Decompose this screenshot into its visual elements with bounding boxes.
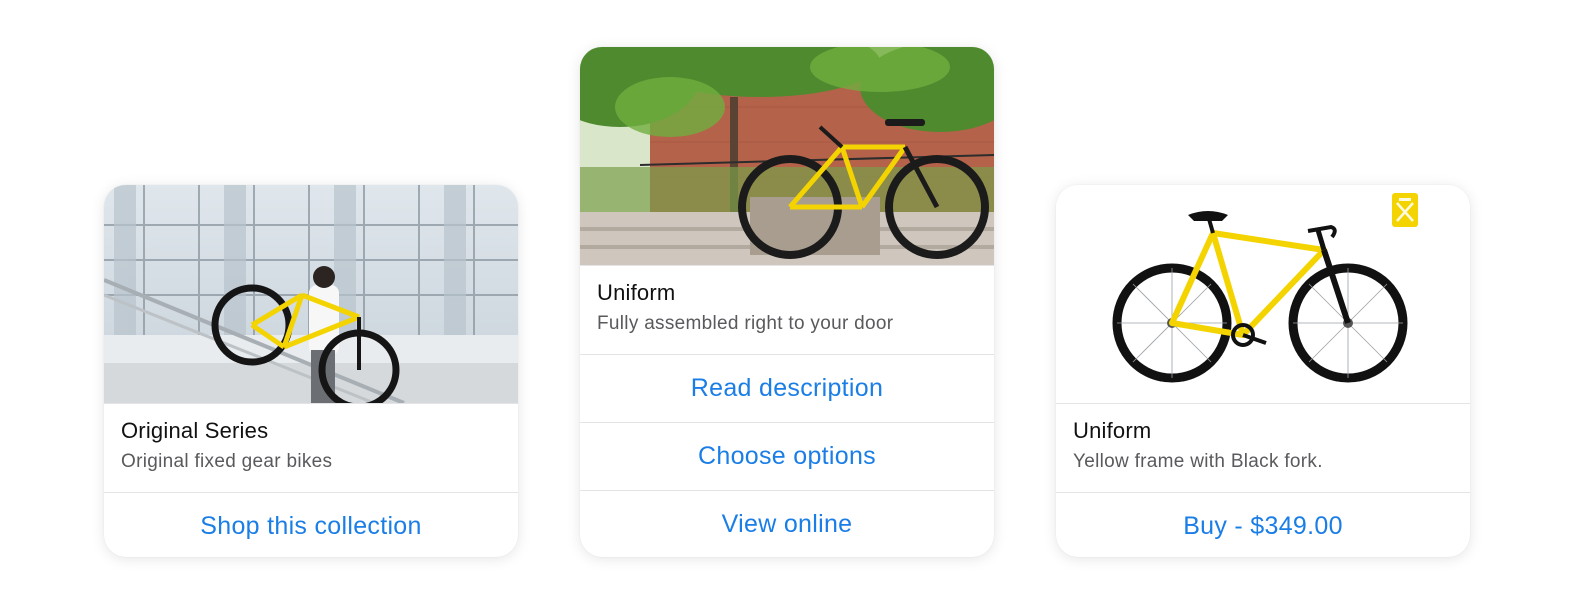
read-description-button[interactable]: Read description [580,354,994,422]
view-online-button[interactable]: View online [580,490,994,557]
product-title: Original Series [121,418,269,443]
product-card-uniform-details[interactable]: Uniform Fully assembled right to your do… [580,47,994,557]
product-info: Original Series Original fixed gear bike… [104,403,518,492]
product-subtitle: Fully assembled right to your door [597,313,894,334]
buy-button[interactable]: Buy - $349.00 [1056,492,1470,557]
photo-illustration [1056,185,1470,403]
product-subtitle: Original fixed gear bikes [121,451,333,472]
photo-illustration [580,47,994,265]
product-card-original-series[interactable]: Original Series Original fixed gear bike… [104,185,518,557]
product-title: Uniform [1073,418,1152,443]
photo-illustration [104,185,518,403]
choose-options-button[interactable]: Choose options [580,422,994,490]
product-image-bike-park[interactable] [580,47,994,265]
shop-collection-button[interactable]: Shop this collection [104,492,518,557]
product-subtitle: Yellow frame with Black fork. [1073,451,1323,472]
product-image-rider-stairs[interactable] [104,185,518,403]
product-image-bike-studio[interactable] [1056,185,1470,403]
product-title: Uniform [597,280,676,305]
product-card-uniform-buy[interactable]: Uniform Yellow frame with Black fork. Bu… [1056,185,1470,557]
product-info: Uniform Yellow frame with Black fork. [1056,403,1470,492]
product-info: Uniform Fully assembled right to your do… [580,265,994,354]
brand-badge-icon [1392,193,1418,227]
